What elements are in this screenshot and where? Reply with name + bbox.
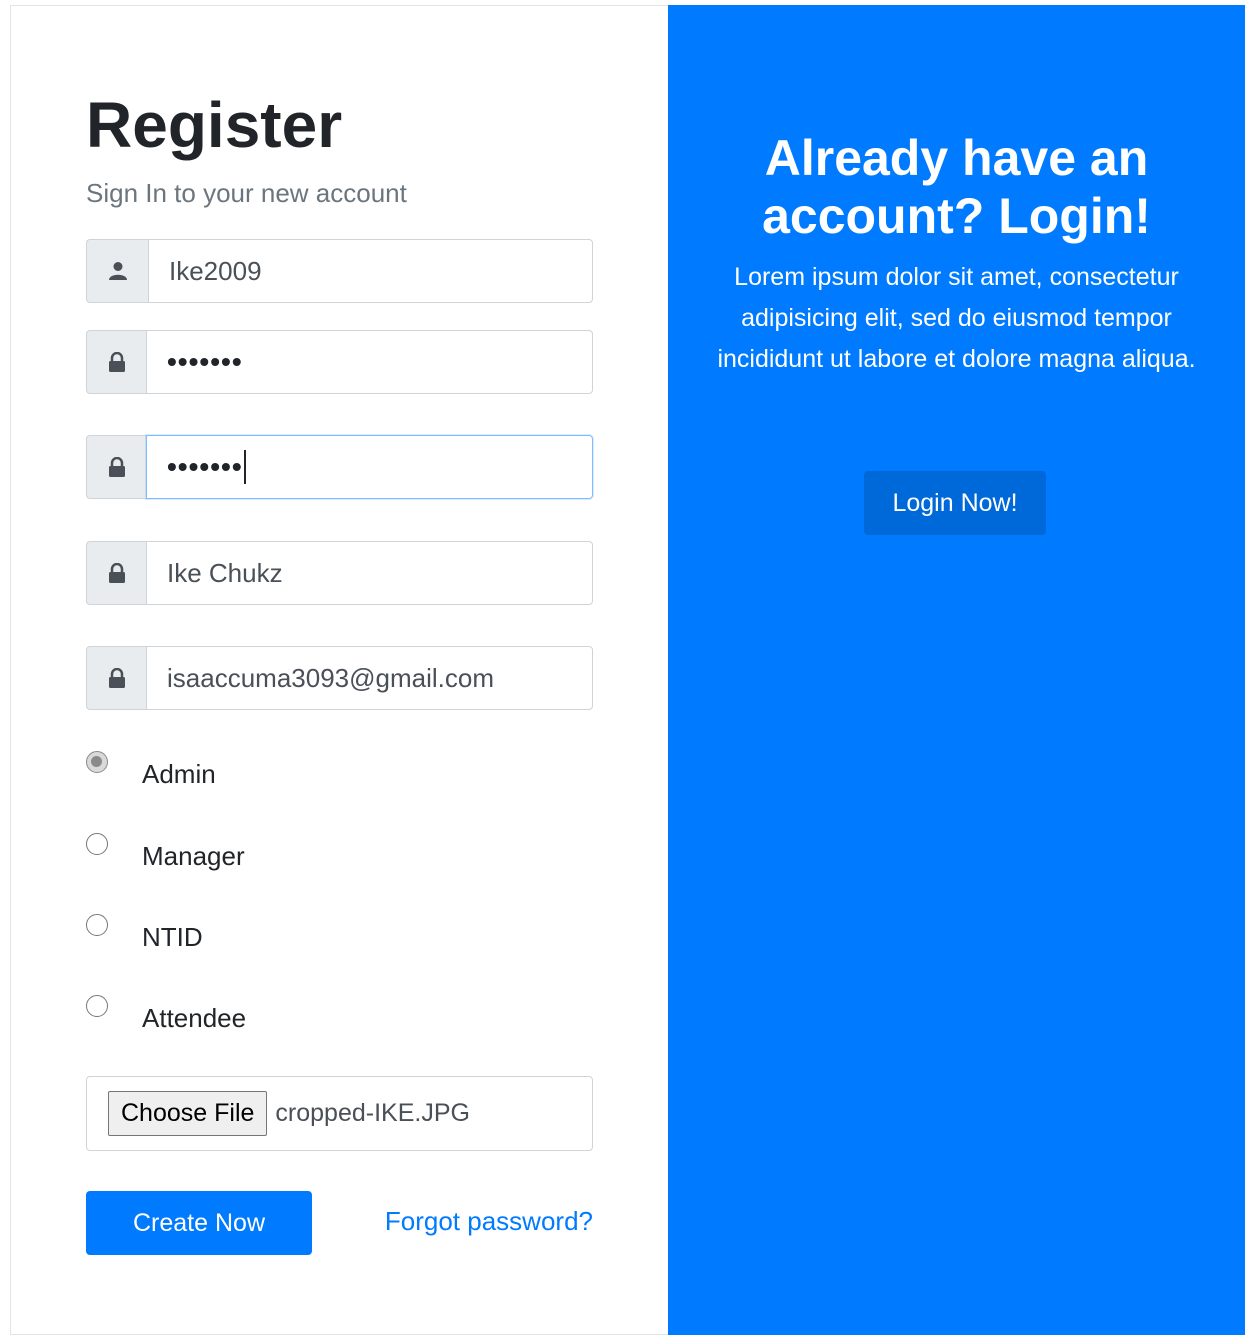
confirm-password-input[interactable]: ••••••• [146,435,593,499]
email-input[interactable]: isaaccuma3093@gmail.com [146,646,593,710]
lock-icon [108,352,126,372]
confirm-password-input-group: ••••••• [86,435,593,499]
password-input-group: ••••••• [86,330,593,394]
fullname-addon [86,541,146,605]
email-addon [86,646,146,710]
login-panel-text: Lorem ipsum dolor sit amet, consectetur … [717,263,1196,373]
attendee-radio[interactable] [86,995,108,1017]
lock-icon [108,457,126,477]
create-now-button[interactable]: Create Now [86,1191,312,1255]
fullname-value: Ike Chukz [167,557,283,588]
admin-label: Admin [142,759,216,789]
password-value: ••••••• [167,346,243,377]
login-now-button[interactable]: Login Now! [864,471,1046,535]
ntid-label: NTID [142,922,203,952]
page-subtitle: Sign In to your new account [86,178,407,208]
selected-file-name: cropped-IKE.JPG [275,1099,470,1127]
attendee-label: Attendee [142,1003,247,1033]
ntid-radio[interactable] [86,914,108,936]
text-caret [243,450,246,484]
username-input[interactable]: Ike2009 [148,239,593,303]
admin-radio[interactable] [86,751,108,773]
forgot-password-link[interactable]: Forgot password? [385,1206,593,1237]
username-input-group: Ike2009 [86,239,593,303]
manager-label: Manager [142,841,245,871]
username-value: Ike2009 [169,255,262,286]
confirm-password-value: ••••••• [167,451,243,482]
login-panel: Already have an account? Login! Lorem ip… [668,5,1245,1335]
fullname-input[interactable]: Ike Chukz [146,541,593,605]
role-option-attendee[interactable]: Attendee [86,995,247,1034]
login-panel-title: Already have an account? Login! [762,130,1151,244]
confirm-password-addon [86,435,146,499]
email-value: isaaccuma3093@gmail.com [167,662,494,693]
lock-icon [108,668,126,688]
username-addon [86,239,148,303]
password-addon [86,330,146,394]
role-option-admin[interactable]: Admin [86,751,216,790]
choose-file-button[interactable]: Choose File [108,1091,268,1136]
lock-icon [108,563,126,583]
password-input[interactable]: ••••••• [146,330,593,394]
user-icon [108,261,128,281]
file-input-box: Choose File cropped-IKE.JPG [86,1076,593,1151]
page-title: Register [86,89,343,161]
role-option-manager[interactable]: Manager [86,833,245,872]
manager-radio[interactable] [86,833,108,855]
email-input-group: isaaccuma3093@gmail.com [86,646,593,710]
role-option-ntid[interactable]: NTID [86,914,203,953]
register-card: Register Sign In to your new account Ike… [10,5,668,1335]
fullname-input-group: Ike Chukz [86,541,593,605]
card-group: Register Sign In to your new account Ike… [10,5,1245,1335]
